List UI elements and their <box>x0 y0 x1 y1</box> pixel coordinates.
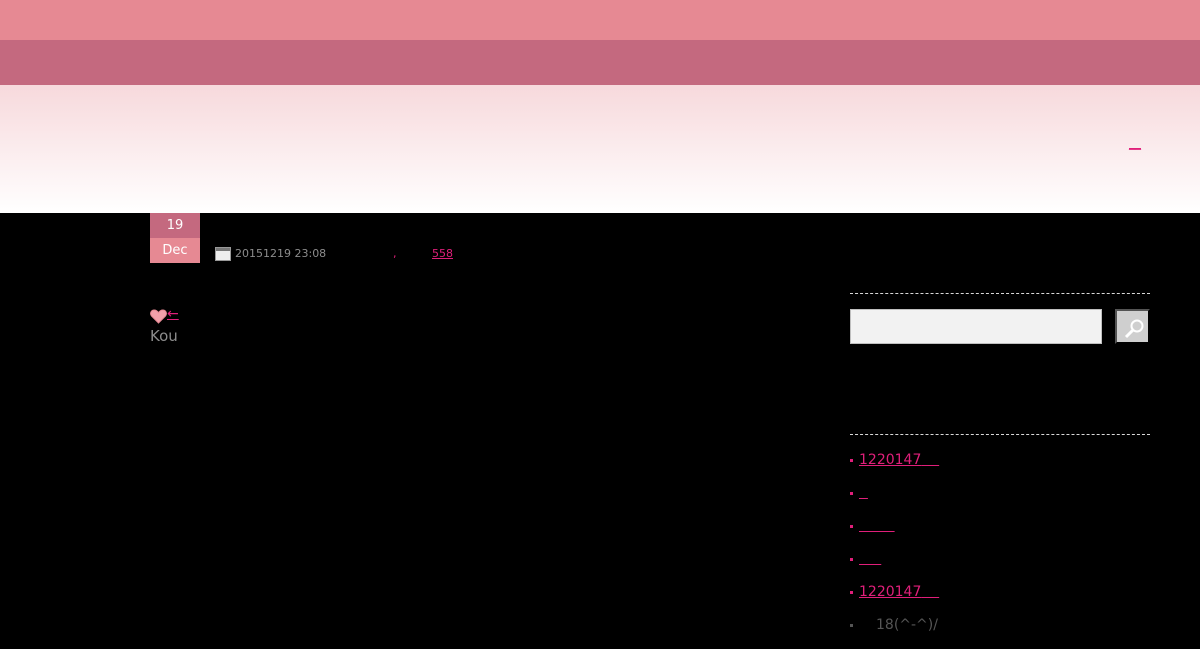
previous-post-link[interactable]: ← <box>167 306 220 322</box>
recent-posts-list: 1220147 1220147 18(^-^)/ <box>850 451 1150 649</box>
search-button[interactable] <box>1115 309 1150 344</box>
list-item <box>850 484 1150 517</box>
list-item: 18(^-^)/ <box>850 616 1150 649</box>
navigation-bar <box>0 40 1200 85</box>
calendar-icon <box>215 247 231 261</box>
recent-post-link[interactable] <box>859 518 895 534</box>
bullet <box>850 558 853 561</box>
date-day: 19 <box>150 213 200 238</box>
list-item <box>850 517 1150 550</box>
recent-post-link[interactable]: 1220147 <box>859 452 939 468</box>
post-date-badge: 19 Dec <box>150 213 200 263</box>
sidebar-divider-recent <box>850 434 1150 435</box>
search-icon <box>1124 319 1144 339</box>
comment-count-link[interactable]: 558 <box>432 247 453 260</box>
bullet <box>850 459 853 462</box>
sidebar-divider-search <box>850 293 1150 294</box>
bullet <box>850 624 853 627</box>
list-item <box>850 550 1150 583</box>
header-link[interactable]: __ <box>1129 136 1148 152</box>
bullet <box>850 591 853 594</box>
bullet <box>850 525 853 528</box>
recent-post-text: 18(^-^)/ <box>876 617 938 633</box>
post-datetime: 20151219 23:08 <box>235 247 327 260</box>
author-name: Kou <box>150 327 178 345</box>
top-band <box>0 0 1200 40</box>
recent-post-link[interactable]: 1220147 <box>859 584 939 600</box>
recent-post-link[interactable] <box>859 485 868 501</box>
site-header <box>0 85 1200 213</box>
meta-separator: , <box>393 247 397 260</box>
bullet <box>850 492 853 495</box>
heart-icon <box>150 309 167 324</box>
list-item: 1220147 <box>850 583 1150 616</box>
list-item: 1220147 <box>850 451 1150 484</box>
search-input[interactable] <box>850 309 1102 344</box>
date-month: Dec <box>150 238 200 263</box>
recent-post-link[interactable] <box>859 551 881 567</box>
